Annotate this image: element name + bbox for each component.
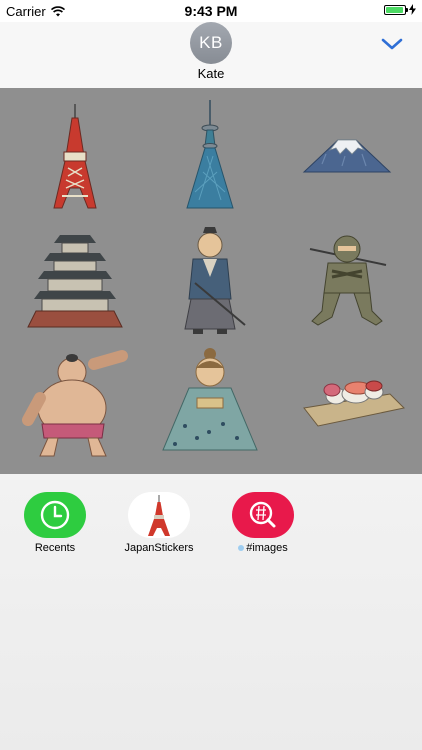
app-label-recents: Recents bbox=[34, 542, 76, 554]
chevron-down-icon[interactable] bbox=[380, 34, 404, 54]
skytree-sticker[interactable] bbox=[145, 96, 275, 216]
notification-dot bbox=[238, 545, 245, 552]
sushi-sticker[interactable] bbox=[282, 346, 412, 466]
kimono-woman-sticker[interactable] bbox=[145, 346, 275, 466]
japan-stickers-icon[interactable] bbox=[128, 492, 190, 538]
status-right bbox=[384, 4, 416, 15]
images-search-icon[interactable] bbox=[232, 492, 294, 538]
app-drawer: Recents JapanStickers #images bbox=[0, 474, 422, 750]
clock: 9:43 PM bbox=[184, 3, 238, 19]
app-label-images-text: #images bbox=[246, 542, 288, 554]
app-images[interactable]: #images bbox=[213, 492, 313, 554]
tokyo-tower-sticker[interactable] bbox=[10, 96, 140, 216]
avatar[interactable]: KB bbox=[190, 22, 232, 64]
conversation-header: KB Kate bbox=[0, 22, 422, 89]
mount-fuji-sticker[interactable] bbox=[282, 96, 412, 216]
ninja-sticker[interactable] bbox=[282, 221, 412, 341]
app-label-images: #images bbox=[213, 542, 313, 554]
sticker-grid bbox=[0, 88, 422, 474]
sumo-wrestler-sticker[interactable] bbox=[10, 346, 140, 466]
recents-clock-icon[interactable] bbox=[24, 492, 86, 538]
app-japan-stickers[interactable]: JapanStickers bbox=[109, 492, 209, 554]
samurai-sticker[interactable] bbox=[145, 221, 275, 341]
app-recents[interactable]: Recents bbox=[5, 492, 105, 554]
charging-icon bbox=[409, 4, 416, 15]
app-label-japan-stickers: JapanStickers bbox=[124, 542, 194, 554]
contact-name[interactable]: Kate bbox=[0, 66, 422, 81]
castle-sticker[interactable] bbox=[10, 221, 140, 341]
status-bar: Carrier 9:43 PM bbox=[0, 0, 422, 22]
battery-icon bbox=[384, 4, 408, 15]
